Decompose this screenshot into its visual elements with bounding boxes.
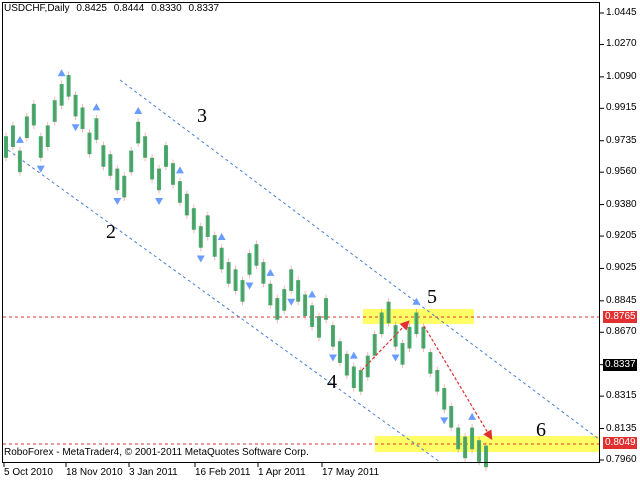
y-tick-label: 0.8670 (606, 326, 637, 338)
fractal-marker (391, 354, 400, 362)
y-tick-label: 0.9025 (606, 262, 637, 274)
x-tick-label: 18 Nov 2010 (66, 467, 123, 478)
arrow-down (423, 325, 493, 441)
y-tick-label: 1.0445 (606, 7, 637, 18)
wave-label-5: 5 (427, 286, 437, 308)
y-tick-label: 1.0270 (606, 38, 637, 50)
y-tick-label: 0.9560 (606, 166, 637, 178)
y-tick-label: 0.9205 (606, 230, 637, 242)
y-tick-label: 0.8135 (606, 422, 637, 434)
high-value: 0.8444 (113, 3, 145, 14)
fractal-marker (175, 166, 184, 174)
fractal-marker (440, 417, 449, 425)
copyright-text: RoboForex - MetaTrader4, © 2001-2011 Met… (4, 447, 309, 458)
fractal-marker (217, 232, 226, 240)
x-tick-label: 5 Oct 2010 (4, 467, 53, 478)
x-tick-label: 1 Apr 2011 (258, 467, 306, 478)
fractal-marker (328, 354, 337, 362)
price-label-upper-level: 0.8765 (603, 311, 637, 323)
x-tick-label: 17 May 2011 (322, 467, 380, 478)
fractal-marker (57, 69, 66, 77)
symbol-label: USDCHF,Daily (4, 3, 70, 14)
open-value: 0.8425 (76, 3, 107, 14)
plot-canvas[interactable] (0, 0, 640, 480)
fractal-marker (71, 124, 80, 132)
wave-label-4: 4 (327, 371, 337, 393)
fractal-marker (15, 135, 24, 143)
y-tick-label: 0.8845 (606, 294, 637, 306)
fractal-marker (412, 297, 421, 305)
y-tick-label: 0.9380 (606, 198, 637, 210)
fractal-marker (113, 197, 122, 205)
wave-label-6: 6 (536, 419, 546, 441)
fractal-marker (134, 107, 143, 115)
y-tick-label: 0.9915 (606, 102, 637, 114)
fractal-marker (245, 282, 254, 290)
fractal-marker (468, 412, 477, 420)
fractal-marker (92, 103, 101, 111)
y-tick-label: 1.0090 (606, 70, 637, 82)
fractal-marker (196, 255, 205, 263)
y-tick-label: 0.7960 (606, 454, 637, 465)
wave-label-3: 3 (197, 105, 207, 127)
y-tick-label: 0.9735 (606, 134, 637, 146)
price-label-lower-level: 0.8049 (603, 437, 637, 449)
fractal-marker (308, 290, 317, 298)
fractal-marker (266, 268, 275, 276)
fractal-marker (287, 298, 296, 306)
chart-header: USDCHF,Daily 0.8425 0.8444 0.8330 0.8337 (4, 3, 223, 14)
y-tick-label: 0.8315 (606, 390, 637, 402)
close-value: 0.8337 (188, 3, 220, 14)
wave-label-2: 2 (106, 221, 116, 243)
price-label-current: 0.8337 (603, 359, 637, 371)
low-value: 0.8330 (151, 3, 182, 14)
fractal-marker (349, 351, 358, 359)
channel-lower-line (7, 149, 441, 463)
price-chart[interactable]: USDCHF,Daily 0.8425 0.8444 0.8330 0.8337… (0, 0, 640, 480)
fractal-marker (155, 197, 164, 205)
x-tick-label: 16 Feb 2011 (195, 467, 251, 478)
x-tick-label: 3 Jan 2011 (129, 467, 178, 478)
